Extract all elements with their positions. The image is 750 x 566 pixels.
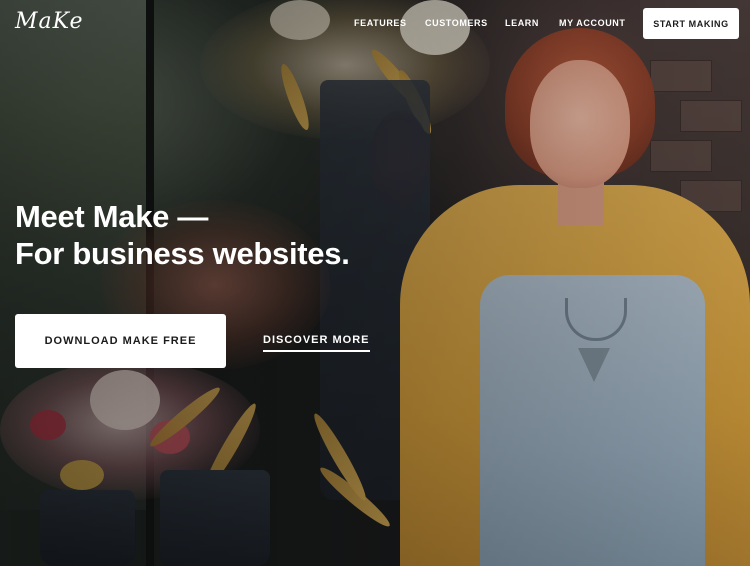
background-overlay: [0, 0, 750, 566]
nav-link-my-account[interactable]: MY ACCOUNT: [559, 18, 626, 28]
nav-link-customers[interactable]: CUSTOMERS: [425, 18, 488, 28]
discover-more-link[interactable]: DISCOVER MORE: [263, 334, 370, 352]
start-making-button[interactable]: START MAKING: [643, 8, 739, 39]
download-make-button[interactable]: DOWNLOAD MAKE FREE: [15, 314, 226, 368]
hero-headline-line2: For business websites.: [15, 236, 350, 271]
hero-headline: Meet Make — For business websites.: [15, 198, 350, 272]
nav-link-learn[interactable]: LEARN: [505, 18, 539, 28]
hero-section: MaKe FEATURES CUSTOMERS LEARN MY ACCOUNT…: [0, 0, 750, 566]
top-navigation: MaKe FEATURES CUSTOMERS LEARN MY ACCOUNT…: [0, 0, 750, 48]
nav-link-features[interactable]: FEATURES: [354, 18, 407, 28]
make-logo[interactable]: MaKe: [15, 9, 84, 34]
hero-headline-line1: Meet Make —: [15, 199, 209, 234]
